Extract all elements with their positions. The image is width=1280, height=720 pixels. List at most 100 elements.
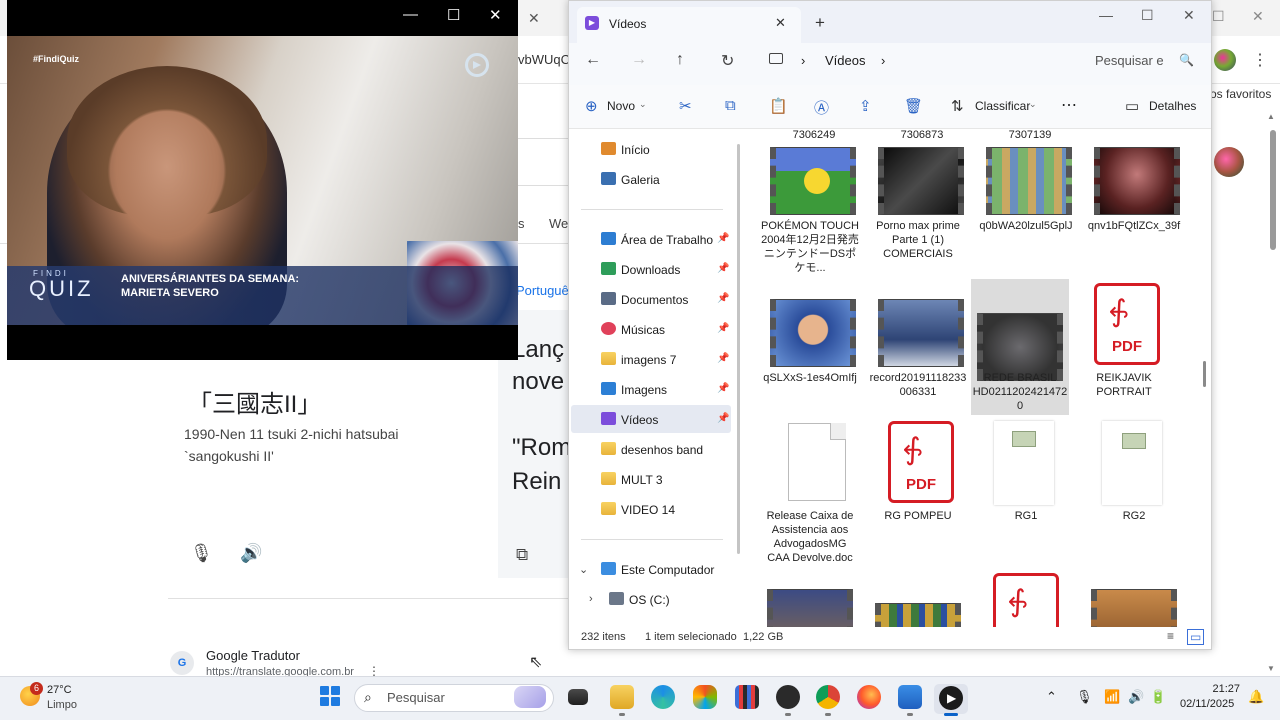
sort-icon[interactable]: ⇅ xyxy=(951,97,964,115)
firefox-app-icon[interactable] xyxy=(857,685,881,709)
scroll-up-arrow-icon[interactable]: ▲ xyxy=(1267,112,1275,121)
video-thumbnail[interactable] xyxy=(875,603,961,627)
browser-tab-close-icon[interactable]: ✕ xyxy=(528,10,540,27)
new-icon[interactable]: ⊕ xyxy=(585,97,598,115)
breadcrumb-separator-icon[interactable]: › xyxy=(801,53,805,68)
file-item-pdf[interactable]: ⨗ PDF REIKJAVIK PORTRAIT xyxy=(1075,279,1173,411)
tiles-view-icon[interactable]: ▭ xyxy=(1187,629,1205,645)
rename-icon[interactable]: Ⓐ xyxy=(814,97,829,118)
microphone-icon[interactable]: 🎙 xyxy=(1076,689,1093,705)
temperature[interactable]: 27°C xyxy=(47,684,72,696)
back-arrow-icon[interactable]: ← xyxy=(585,51,601,69)
explorer-tab-title[interactable]: Vídeos xyxy=(609,17,646,31)
minimize-icon[interactable]: — xyxy=(403,6,418,23)
sidebar-item-documentos[interactable]: Documentos 📌 xyxy=(571,285,731,313)
weather-condition[interactable]: Limpo xyxy=(47,699,77,711)
search-box-fragment[interactable] xyxy=(518,138,568,186)
new-button[interactable]: Novo xyxy=(607,99,635,113)
sidebar-item-mult-3[interactable]: MULT 3 xyxy=(571,465,731,493)
search-tab-fragment[interactable]: s xyxy=(518,216,525,231)
file-grid-scrollbar[interactable] xyxy=(1203,361,1206,387)
file-item-video[interactable]: qnv1bFQtlZCx_39f xyxy=(1085,145,1183,285)
favorites-bar-text[interactable]: os favoritos xyxy=(1210,87,1271,101)
browser-maximize-icon[interactable]: ☐ xyxy=(1212,8,1225,25)
page-scrollbar-thumb[interactable] xyxy=(1270,130,1276,250)
taskbar-search-placeholder[interactable]: Pesquisar xyxy=(387,690,445,705)
browser-close-icon[interactable]: ✕ xyxy=(1252,8,1264,25)
copy-icon[interactable]: ⧉ xyxy=(516,545,528,565)
file-label-cut[interactable]: 7306873 xyxy=(873,129,971,142)
sidebar-item-desenhos-band[interactable]: desenhos band xyxy=(571,435,731,463)
copy-icon[interactable]: ⧉ xyxy=(725,97,736,114)
sidebar-item-este-computador[interactable]: ⌄ Este Computador xyxy=(571,555,731,583)
media-player-app-icon[interactable]: ▶ xyxy=(939,686,963,710)
file-item-pdf[interactable]: ⨗ PDF RG POMPEU xyxy=(869,421,967,541)
chevron-up-icon[interactable]: ⌃ xyxy=(1046,689,1057,705)
sidebar-item-area-de-trabalho[interactable]: Área de Trabalho 📌 xyxy=(571,225,731,253)
file-item-video[interactable]: record20191118233006331 xyxy=(869,279,967,411)
pdf-file-icon[interactable]: ⨗ xyxy=(993,573,1059,627)
breadcrumb-separator-icon[interactable]: › xyxy=(881,53,885,68)
more-options-icon[interactable]: ⋯ xyxy=(1061,95,1077,115)
sidebar-item-galeria[interactable]: Galeria xyxy=(571,165,731,193)
search-icon[interactable]: 🔍 xyxy=(1179,53,1194,67)
file-explorer-app-icon[interactable] xyxy=(610,685,634,709)
new-tab-icon[interactable]: + xyxy=(815,13,825,33)
edge-app-icon[interactable] xyxy=(651,685,675,709)
scroll-down-arrow-icon[interactable]: ▼ xyxy=(1267,664,1275,673)
details-pane-icon[interactable]: ▭ xyxy=(1125,97,1139,115)
video-player-window[interactable]: — ☐ ✕ #FindiQuiz FINDI QUIZ ANIVERSÁRIAN… xyxy=(7,0,518,360)
app-icon[interactable] xyxy=(898,685,922,709)
app-icon[interactable] xyxy=(735,685,759,709)
maximize-icon[interactable]: ☐ xyxy=(1141,7,1154,24)
task-view-icon[interactable] xyxy=(568,689,588,705)
account-avatar[interactable] xyxy=(1214,147,1244,177)
file-item-video[interactable]: Porno max prime Parte 1 (1) COMERCIAIS xyxy=(869,145,967,285)
notifications-icon[interactable]: 🔔 xyxy=(1248,689,1264,705)
chevron-right-icon[interactable]: › xyxy=(589,593,593,605)
sidebar-item-videos[interactable]: Vídeos 📌 xyxy=(571,405,731,433)
sidebar-item-video-14[interactable]: VIDEO 14 xyxy=(571,495,731,523)
browser-menu-icon[interactable]: ⋮ xyxy=(1252,50,1268,70)
sidebar-item-downloads[interactable]: Downloads 📌 xyxy=(571,255,731,283)
search-tab-fragment[interactable]: We xyxy=(549,216,568,231)
file-item-video[interactable]: q0bWA20lzul5GplJ xyxy=(977,145,1075,285)
sidebar-item-imagens-7[interactable]: imagens 7 📌 xyxy=(571,345,731,373)
delete-icon[interactable]: 🗑 xyxy=(904,97,923,115)
paste-icon[interactable]: 📋 xyxy=(769,97,788,115)
result-title-link[interactable]: Google Tradutor xyxy=(206,648,300,663)
start-menu-icon[interactable] xyxy=(320,686,340,706)
search-placeholder[interactable]: Pesquisar e xyxy=(1095,53,1164,68)
profile-avatar[interactable] xyxy=(1214,49,1236,71)
cut-icon[interactable]: ✂ xyxy=(679,97,692,115)
microphone-icon[interactable]: 🎙 xyxy=(190,543,213,564)
video-thumbnail[interactable] xyxy=(767,589,853,627)
file-item-video-selected[interactable]: REDE BRASIL HD02112024214720 xyxy=(971,279,1069,415)
clock-time[interactable]: 21:27 xyxy=(1210,683,1240,695)
file-item-image[interactable]: RG1 xyxy=(977,421,1075,541)
video-thumbnail[interactable] xyxy=(1091,589,1177,627)
sidebar-item-os-c[interactable]: › OS (C:) xyxy=(571,585,731,613)
chevron-down-icon[interactable]: ⌄ xyxy=(639,99,647,110)
share-icon[interactable]: ⇪ xyxy=(859,97,872,115)
app-icon[interactable] xyxy=(776,685,800,709)
volume-icon[interactable]: 🔊 xyxy=(1128,689,1144,705)
file-item-image[interactable]: RG2 xyxy=(1085,421,1183,541)
battery-icon[interactable]: 🔋 xyxy=(1150,689,1166,705)
sidebar-item-imagens[interactable]: Imagens 📌 xyxy=(571,375,731,403)
breadcrumb-videos[interactable]: Vídeos xyxy=(825,53,865,68)
file-item-video[interactable]: qSLXxS-1es4OmIfj xyxy=(761,279,859,411)
language-option[interactable]: Portuguê xyxy=(516,283,569,298)
search-highlight-art[interactable] xyxy=(514,686,546,708)
forward-arrow-icon[interactable]: → xyxy=(631,51,647,69)
sidebar-item-inicio[interactable]: Início xyxy=(571,135,731,163)
file-item-doc[interactable]: Release Caixa de Assistencia aos Advogad… xyxy=(761,421,859,581)
chevron-down-icon[interactable]: ⌄ xyxy=(579,563,588,576)
file-label-cut[interactable]: 7306249 xyxy=(765,129,863,142)
wifi-icon[interactable]: 📶 xyxy=(1104,689,1120,705)
details-button[interactable]: Detalhes xyxy=(1149,99,1196,113)
speaker-icon[interactable]: 🔊 xyxy=(240,543,262,564)
refresh-icon[interactable]: ↻ xyxy=(721,51,734,71)
navigation-pane-scrollbar[interactable] xyxy=(737,144,740,554)
chrome-app-icon[interactable] xyxy=(816,685,840,709)
